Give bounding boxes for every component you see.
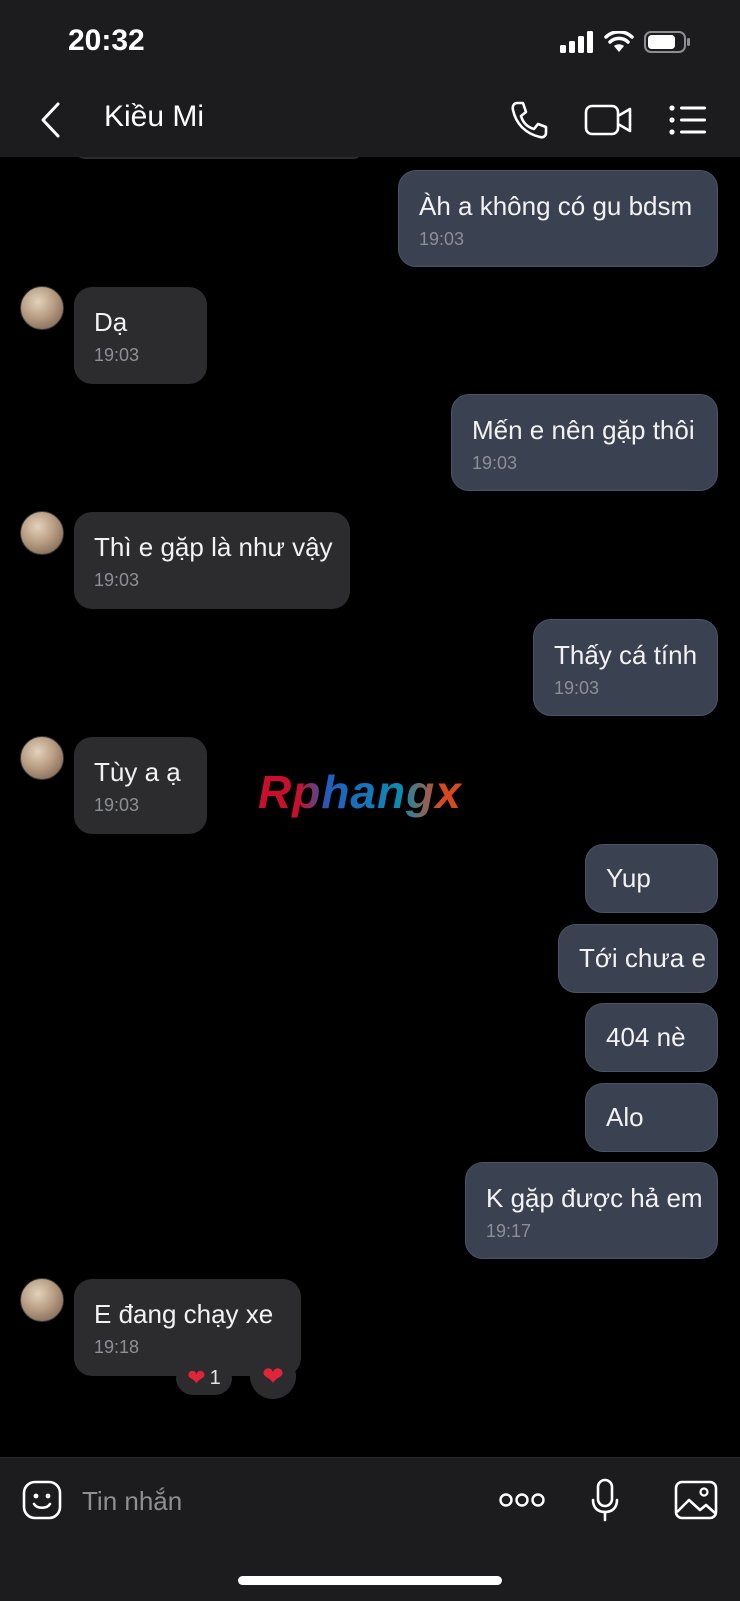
wifi-icon: [604, 31, 634, 52]
message-time: 19:03: [472, 453, 518, 473]
message-time: 19:03: [419, 229, 465, 249]
status-time: 20:32: [68, 24, 145, 57]
message-bubble-outgoing[interactable]: Mến e nên gặp thôi 19:03: [451, 394, 718, 491]
chevron-left-icon[interactable]: [34, 98, 66, 142]
heart-icon: ❤: [187, 1365, 206, 1390]
contact-avatar[interactable]: [20, 736, 64, 780]
reaction-count: 1: [209, 1366, 221, 1389]
message-bubble-outgoing[interactable]: Yup: [585, 844, 718, 913]
cellular-signal-icon: [560, 31, 593, 53]
message-time: 19:18: [94, 1337, 140, 1357]
add-reaction-button[interactable]: ❤: [250, 1353, 296, 1399]
message-input[interactable]: [80, 1478, 464, 1524]
message-bubble-outgoing[interactable]: K gặp được hả em 19:17: [465, 1162, 718, 1259]
list-icon[interactable]: [668, 102, 708, 138]
conversation-title[interactable]: Kiều Mi: [104, 100, 204, 134]
message-bubble-incoming[interactable]: Tùy a ạ 19:03: [74, 737, 207, 834]
message-text: Thấy cá tính: [554, 640, 698, 670]
image-icon[interactable]: [674, 1480, 718, 1520]
phone-icon[interactable]: [508, 98, 548, 142]
message-list[interactable]: Àh a không có gu bdsm 19:03 Dạ 19:03 Mến…: [0, 157, 740, 1457]
message-bubble-outgoing[interactable]: Tới chưa e: [558, 924, 718, 993]
message-time: 19:03: [554, 678, 600, 698]
message-bubble-outgoing[interactable]: Alo: [585, 1083, 718, 1152]
contact-avatar[interactable]: [20, 286, 64, 330]
previous-message-bubble: [74, 157, 364, 159]
sticker-icon[interactable]: [22, 1480, 62, 1520]
watermark-logo: Rphangx: [258, 766, 462, 818]
message-time: 19:17: [486, 1221, 532, 1241]
microphone-icon[interactable]: [590, 1478, 620, 1522]
heart-icon: ❤: [262, 1360, 284, 1391]
contact-avatar[interactable]: [20, 511, 64, 555]
message-text: K gặp được hả em: [486, 1183, 703, 1213]
message-time: 19:03: [94, 570, 140, 590]
home-indicator[interactable]: [238, 1576, 502, 1585]
battery-icon: [644, 31, 690, 53]
video-camera-icon[interactable]: [584, 100, 632, 140]
message-bubble-outgoing[interactable]: 404 nè: [585, 1003, 718, 1072]
status-icons: [560, 28, 692, 56]
reaction-summary[interactable]: ❤ 1: [176, 1361, 232, 1395]
message-text: Dạ: [94, 307, 128, 337]
message-text: Yup: [606, 863, 651, 893]
message-bubble-outgoing[interactable]: Thấy cá tính 19:03: [533, 619, 718, 716]
message-text: Thì e gặp là như vậy: [94, 532, 333, 562]
message-time: 19:03: [94, 345, 140, 365]
message-text: Mến e nên gặp thôi: [472, 415, 695, 445]
more-dots-icon[interactable]: [498, 1484, 546, 1516]
message-bubble-outgoing[interactable]: Àh a không có gu bdsm 19:03: [398, 170, 718, 267]
top-bar: 20:32 Kiều Mi: [0, 0, 740, 157]
message-bubble-incoming[interactable]: Thì e gặp là như vậy 19:03: [74, 512, 350, 609]
message-text: Alo: [606, 1102, 644, 1132]
message-text: E đang chạy xe: [94, 1299, 274, 1329]
message-text: Tới chưa e: [579, 943, 706, 973]
message-time: 19:03: [94, 795, 140, 815]
message-bubble-incoming[interactable]: Dạ 19:03: [74, 287, 207, 384]
message-text: Àh a không có gu bdsm: [419, 191, 693, 221]
message-text: Tùy a ạ: [94, 757, 181, 787]
message-text: 404 nè: [606, 1022, 686, 1052]
contact-avatar[interactable]: [20, 1278, 64, 1322]
